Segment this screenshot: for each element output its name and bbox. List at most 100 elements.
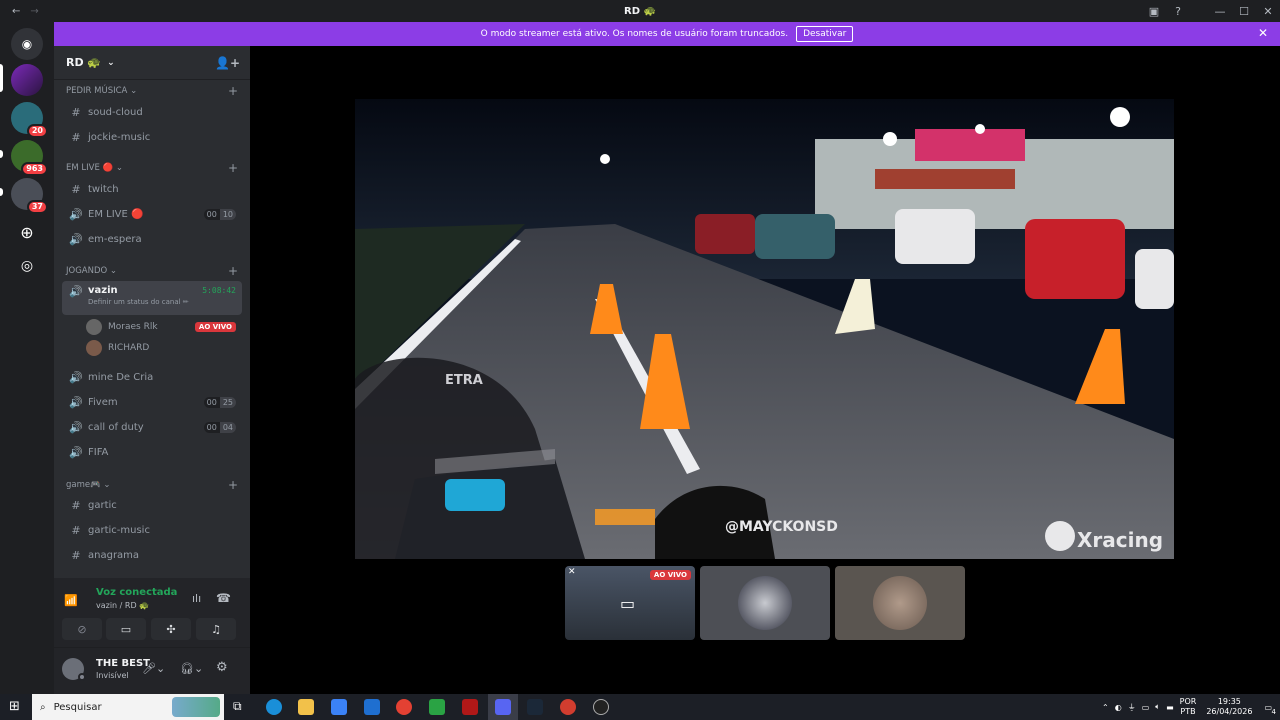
channel-vazin[interactable]: 🔊 vazin Definir um status do canal ✏ 5:0… [62,281,242,315]
channel-label: FIFA [88,446,109,458]
signal-icon[interactable]: 📶 [64,594,78,607]
channel-gartic-music[interactable]: # gartic-music [62,519,242,541]
channel-call-of-duty[interactable]: 🔊 call of duty 00 04 [62,416,242,438]
activities-button[interactable]: ✣ [151,618,191,640]
server-folder-1-icon[interactable]: 20 [11,102,48,138]
category-pedir-musica[interactable]: PEDIR MÚSICA ⌄ + [66,84,238,98]
settings-gear-icon[interactable]: ⚙ [216,660,228,675]
add-member-icon[interactable]: 👤+ [215,56,240,70]
user-count: 00 04 [203,421,236,433]
server-badge: 963 [21,162,48,176]
close-banner-icon[interactable]: ✕ [1258,26,1268,40]
edge-icon[interactable] [266,699,282,715]
category-em-live[interactable]: EM LIVE 🔴 ⌄ + [66,161,238,175]
voice-status[interactable]: Voz conectada [96,587,177,598]
channel-fivem[interactable]: 🔊 Fivem 00 25 [62,391,242,413]
headphones-icon[interactable]: 🎧︎⌄ [180,662,203,675]
camera-button[interactable]: ⊘ [62,618,102,640]
server-folder-3-icon[interactable]: 37 [11,178,48,214]
channel-label: Fivem [88,396,118,408]
soundboard-button[interactable]: ♫ [196,618,236,640]
channel-fifa[interactable]: 🔊 FIFA [62,441,242,463]
channel-gartic[interactable]: # gartic [62,494,242,516]
voice-user[interactable]: Moraes Rlk AO VIVO [86,319,236,335]
discover-compass-icon[interactable]: ◎ [11,250,43,282]
category-jogando[interactable]: JOGANDO ⌄ + [66,264,238,278]
server-header[interactable]: RD 🐢 ⌄ 👤+ [54,46,250,80]
channel-mine-de-cria[interactable]: 🔊 mine De Cria [62,366,242,388]
channel-label: mine De Cria [88,371,154,383]
stream-video[interactable]: ETRA @MAYCKONSD Xracing [355,99,1174,559]
add-channel-icon[interactable]: + [228,264,238,278]
help-icon[interactable]: ? [1166,5,1190,18]
category-label: JOGANDO ⌄ [66,266,118,276]
discord-icon[interactable] [495,699,511,715]
avatar [738,576,792,630]
noise-suppression-icon[interactable]: ılı [192,592,201,605]
minimize-icon[interactable]: — [1208,5,1232,18]
taskbar-search[interactable]: ⌕ Pesquisar [32,694,224,720]
channel-em-espera[interactable]: 🔊 em-espera [62,228,242,250]
search-highlight-image [172,697,220,717]
volume-icon[interactable]: 🔈︎ [1155,702,1160,712]
maximize-icon[interactable]: ☐ [1232,5,1256,18]
add-channel-icon[interactable]: + [228,478,238,492]
category-game[interactable]: game🎮 ⌄ + [66,478,238,492]
brazil-flag-icon[interactable] [429,699,445,715]
user-panel: THE BEST Invisível 🎤︎⌄ 🎧︎⌄ ⚙ [54,648,250,694]
network-icon[interactable]: ▭ [1142,703,1150,712]
channel-jockie-music[interactable]: # jockie-music [62,126,242,148]
tray-chevron-icon[interactable]: ⌃ [1102,703,1109,712]
app-circle-icon[interactable] [593,699,609,715]
speaker-icon: 🔊 [69,395,83,409]
chrome-profile-icon[interactable] [560,699,576,715]
inbox-icon[interactable]: ▣ [1142,5,1166,18]
voice-location[interactable]: vazin / RD 🐢 [96,601,149,610]
add-channel-icon[interactable]: + [228,161,238,175]
stream-area: ETRA @MAYCKONSD Xracing ✕ AO VIVO ▭ [250,46,1280,694]
taskbar: ⊞ ⌕ Pesquisar ⧉ ⌃ ◐ ⏚ ▭ 🔈︎ ▬ POR PTB 19:… [0,694,1280,720]
server-rd-icon[interactable] [11,64,43,96]
clock-time: 19:35 [1217,697,1241,706]
title-bar: ← → RD 🐢 ▣ ? — ☐ ✕ [0,0,1280,22]
file-explorer-icon[interactable] [298,699,314,715]
channel-label: gartic [88,499,117,511]
participant-tile[interactable] [700,566,830,640]
battery-icon[interactable]: ▬ [1166,703,1174,712]
channel-twitch[interactable]: # twitch [62,178,242,200]
voice-panel: 📶 Voz conectada vazin / RD 🐢 ılı ☎ ⊘ ▭ ✣… [54,578,250,648]
clock[interactable]: 19:35 26/04/2026 [1206,697,1252,717]
server-folder-2-icon[interactable]: 963 [11,140,48,176]
window-title: RD 🐢 [624,5,656,17]
language-indicator[interactable]: POR PTB [1180,697,1197,717]
microphone-icon[interactable]: 🎤︎⌄ [142,662,165,675]
discord-home-icon[interactable]: ◉ [11,28,43,60]
usb-icon[interactable]: ⏚ [1128,702,1136,713]
voice-user[interactable]: RICHARD [86,340,236,356]
chrome-icon[interactable] [396,699,412,715]
steam-icon[interactable] [527,699,543,715]
channel-anagrama[interactable]: # anagrama [62,544,242,566]
app-red-icon[interactable] [462,699,478,715]
stream-thumbnail[interactable]: ✕ AO VIVO ▭ [565,566,695,640]
outlook-icon[interactable] [364,699,380,715]
add-channel-icon[interactable]: + [228,84,238,98]
store-icon[interactable] [331,699,347,715]
close-window-icon[interactable]: ✕ [1256,5,1280,18]
disconnect-icon[interactable]: ☎ [216,591,231,605]
hash-icon: # [71,498,81,512]
disable-streamer-button[interactable]: Desativar [796,26,854,42]
screen-share-button[interactable]: ▭ [106,618,146,640]
channel-em-live[interactable]: 🔊 EM LIVE 🔴 00 10 [62,203,242,225]
channel-status[interactable]: Definir um status do canal ✏ [88,298,189,306]
windows-start-icon[interactable]: ⊞ [9,699,20,714]
task-view-icon[interactable]: ⧉ [233,699,242,714]
channel-soud-cloud[interactable]: # soud-cloud [62,101,242,123]
add-server-icon[interactable]: ⊕ [11,216,43,248]
tray-app-icon[interactable]: ◐ [1115,703,1122,712]
chevron-down-icon: ⌄ [107,57,115,68]
close-icon[interactable]: ✕ [568,567,576,577]
speaker-icon: 🔊 [69,207,83,221]
participant-tile[interactable] [835,566,965,640]
notification-icon[interactable]: ▭ 4 [1264,703,1276,716]
